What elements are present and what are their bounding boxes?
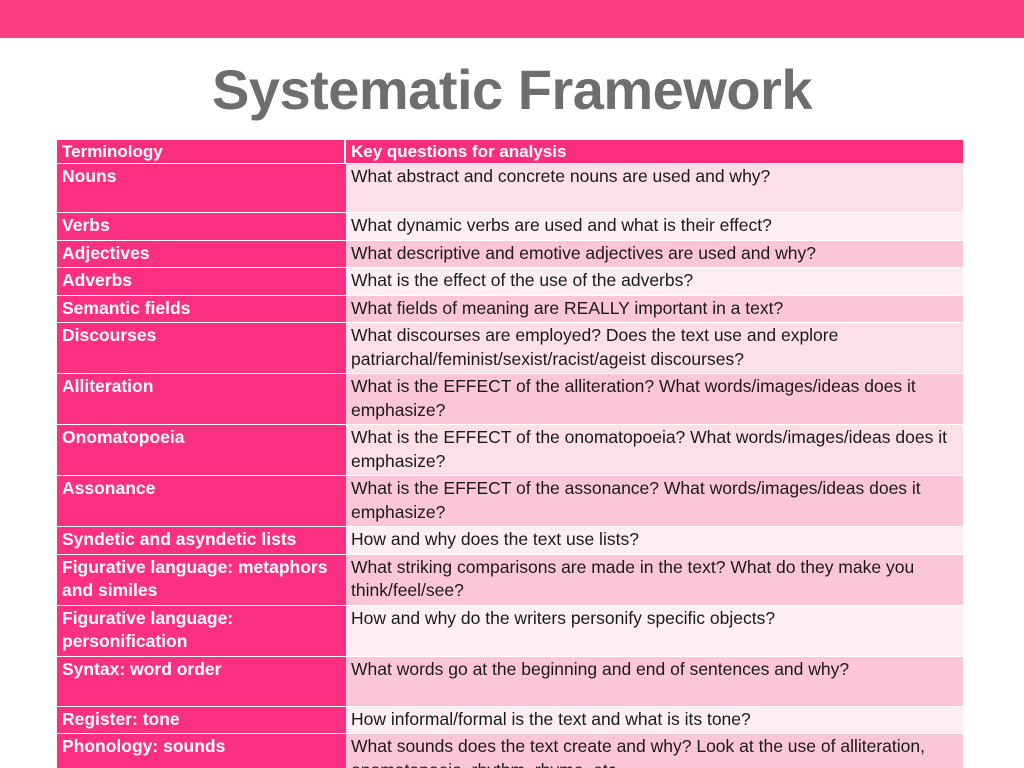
terminology-cell: Adverbs [57,268,346,295]
question-cell: How and why does the text use lists? [346,527,963,554]
framework-table-container: Terminology Key questions for analysis N… [57,139,963,768]
table-row: Syndetic and asyndetic lists How and why … [57,527,963,554]
table-row: Register: tone How informal/formal is the… [57,706,963,733]
question-cell: How and why do the writers personify spe… [346,605,963,656]
table-row: Adjectives What descriptive and emotive a… [57,240,963,267]
table-row: Adverbs What is the effect of the use of … [57,268,963,295]
question-cell: What abstract and concrete nouns are use… [346,164,963,212]
framework-table: Terminology Key questions for analysis N… [57,139,963,768]
terminology-cell: Syndetic and asyndetic lists [57,527,346,554]
terminology-cell: Nouns [57,164,346,212]
table-body: Nouns What abstract and concrete nouns ar… [57,164,963,768]
terminology-cell: Assonance [57,476,346,526]
question-cell: What words go at the beginning and end o… [346,656,963,706]
table-row: Discourses What discourses are employed? … [57,323,963,373]
question-cell: How informal/formal is the text and what… [346,706,963,733]
question-cell: What is the EFFECT of the onomatopoeia? … [346,425,963,475]
column-header-terminology: Terminology [57,140,346,163]
question-cell: What is the EFFECT of the alliteration? … [346,374,963,424]
question-cell: What is the EFFECT of the assonance? Wha… [346,476,963,526]
terminology-cell: Onomatopoeia [57,425,346,475]
question-cell: What discourses are employed? Does the t… [346,323,963,373]
table-row: Figurative language: personification How … [57,605,963,656]
table-row: Syntax: word order What words go at the b… [57,656,963,706]
table-row: Phonology: sounds What sounds does the te… [57,734,963,768]
terminology-cell: Syntax: word order [57,656,346,706]
table-row: Assonance What is the EFFECT of the asson… [57,476,963,526]
terminology-cell: Semantic fields [57,295,346,322]
table-row: Alliteration What is the EFFECT of the al… [57,374,963,424]
terminology-cell: Figurative language: personification [57,605,346,656]
table-row: Verbs What dynamic verbs are used and wha… [57,213,963,240]
table-row: Nouns What abstract and concrete nouns ar… [57,164,963,212]
question-cell: What striking comparisons are made in th… [346,554,963,605]
top-accent-band [0,0,1024,38]
terminology-cell: Adjectives [57,240,346,267]
terminology-cell: Verbs [57,213,346,240]
question-cell: What fields of meaning are REALLY import… [346,295,963,322]
table-row: Onomatopoeia What is the EFFECT of the on… [57,425,963,475]
question-cell: What is the effect of the use of the adv… [346,268,963,295]
terminology-cell: Alliteration [57,374,346,424]
question-cell: What sounds does the text create and why… [346,734,963,768]
question-cell: What dynamic verbs are used and what is … [346,213,963,240]
table-row: Semantic fields What fields of meaning ar… [57,295,963,322]
terminology-cell: Discourses [57,323,346,373]
terminology-cell: Figurative language: metaphors and simil… [57,554,346,605]
slide-canvas: Systematic Framework Terminology Key que… [0,0,1024,768]
terminology-cell: Phonology: sounds [57,734,346,768]
terminology-cell: Register: tone [57,706,346,733]
column-header-questions: Key questions for analysis [346,140,963,163]
page-title: Systematic Framework [211,58,813,121]
question-cell: What descriptive and emotive adjectives … [346,240,963,267]
table-row: Figurative language: metaphors and simil… [57,554,963,605]
table-header-row: Terminology Key questions for analysis [57,140,963,163]
